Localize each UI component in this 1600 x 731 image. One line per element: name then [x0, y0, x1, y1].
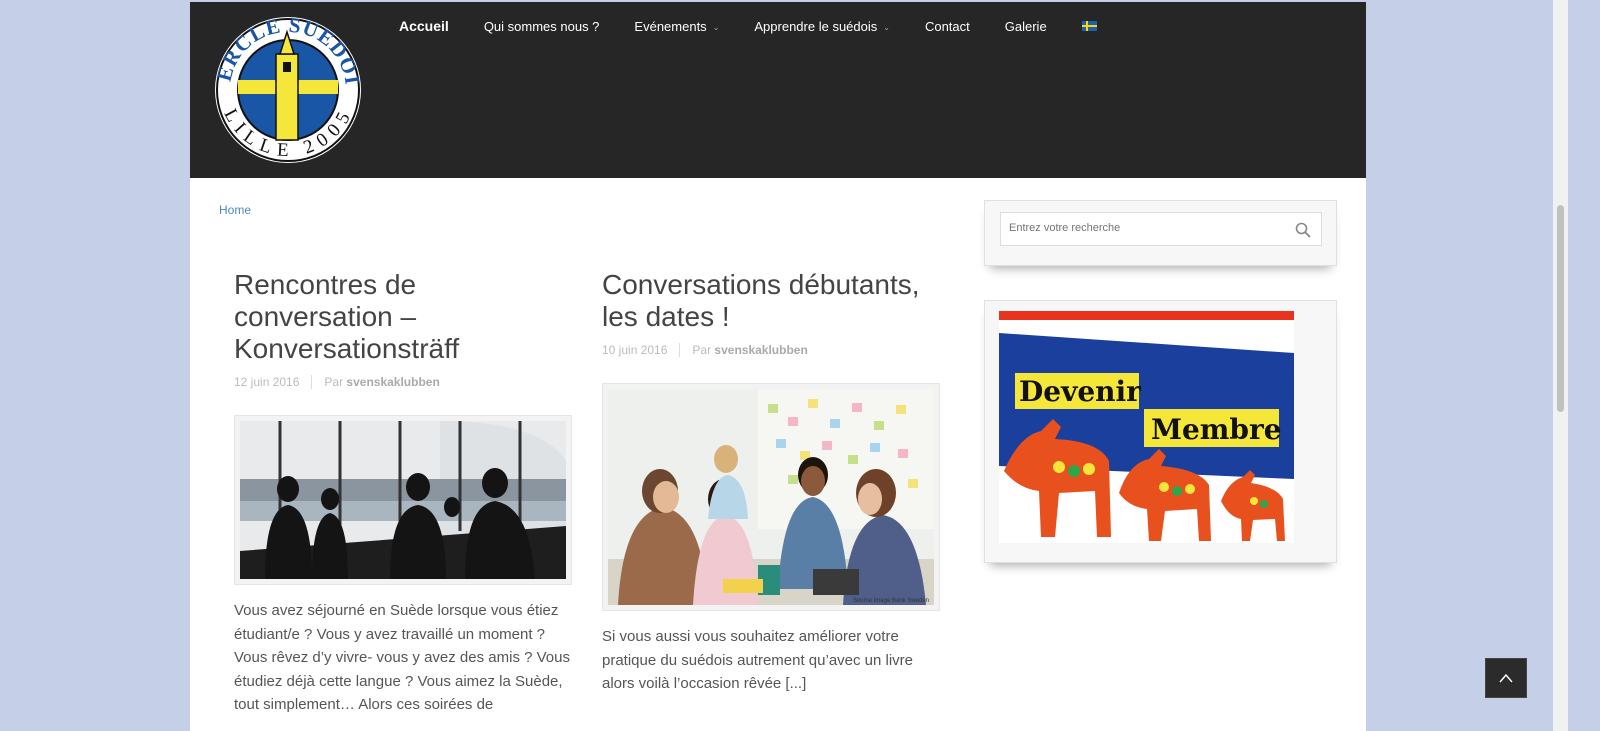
post-date: 10 juin 2016 [602, 343, 681, 357]
post-author[interactable]: svenskaklubben [714, 343, 807, 357]
nav-label: Apprendre le suédois [754, 18, 878, 34]
post-thumbnail[interactable] [234, 415, 572, 585]
nav-item-galerie[interactable]: Galerie [1005, 19, 1047, 34]
chevron-down-icon: ⌄ [712, 22, 720, 32]
search-icon[interactable] [1295, 222, 1311, 238]
nav-item-accueil[interactable]: Accueil [399, 18, 449, 34]
chevron-down-icon: ⌄ [883, 22, 890, 32]
nav-item-apprendre-le-suedois[interactable]: Apprendre le suédois ⌄ [754, 19, 890, 34]
scrollbar-thumb[interactable] [1557, 205, 1564, 412]
search-input[interactable] [1001, 213, 1287, 243]
site-header: CERCLE SUEDOIS LILLE 2005 Accueil Qui so… [190, 2, 1366, 178]
post-meta: 12 juin 2016 Par svenskaklubben [234, 375, 572, 389]
language-switcher[interactable] [1081, 21, 1097, 31]
membership-widget: Devenir Membre [984, 300, 1337, 563]
breadcrumb-home[interactable]: Home [219, 203, 251, 217]
post-author[interactable]: svenskaklubben [346, 375, 439, 389]
scroll-to-top-button[interactable] [1485, 658, 1527, 698]
become-member-banner[interactable]: Devenir Membre [999, 311, 1294, 543]
main-nav: Accueil Qui sommes nous ? Evénements ⌄ A… [399, 18, 1132, 34]
post-card: Rencontres de conversation – Konversatio… [234, 269, 572, 717]
banner-text-membre: Membre [1151, 413, 1282, 446]
post-byline: Par svenskaklubben [680, 343, 807, 357]
meeting-photo [240, 421, 566, 579]
nav-label: Evénements [634, 18, 707, 34]
post-excerpt: Si vous aussi vous souhaitez améliorer v… [602, 628, 914, 692]
post-meta: 10 juin 2016 Par svenskaklubben [602, 343, 940, 357]
swedish-flag-icon [1081, 21, 1097, 31]
post-date: 12 juin 2016 [234, 375, 313, 389]
students-photo [608, 389, 934, 605]
post-title[interactable]: Conversations débutants, les dates ! [602, 269, 940, 333]
nav-label: Qui sommes nous ? [483, 18, 600, 34]
site-logo[interactable]: CERCLE SUEDOIS LILLE 2005 [214, 16, 362, 164]
image-caption: Source Image Bank Sweden [852, 598, 929, 604]
search-form [1000, 212, 1322, 246]
nav-item-contact[interactable]: Contact [925, 19, 970, 34]
byline-prefix: Par [324, 375, 344, 389]
post-excerpt: Vous avez séjourné en Suède lorsque vous… [234, 602, 570, 713]
post-byline: Par svenskaklubben [312, 375, 439, 389]
breadcrumb[interactable]: Home [219, 203, 251, 217]
page-container: CERCLE SUEDOIS LILLE 2005 Accueil Qui so… [190, 2, 1366, 731]
page-scrollbar[interactable] [1553, 0, 1568, 731]
byline-prefix: Par [692, 343, 712, 357]
nav-label: Accueil [399, 18, 449, 34]
post-thumbnail[interactable]: Source Image Bank Sweden [602, 383, 940, 611]
chevron-up-icon [1499, 673, 1513, 683]
banner-text-devenir: Devenir [1019, 375, 1142, 408]
nav-label: Galerie [1004, 18, 1047, 34]
post-card: Conversations débutants, les dates ! 10 … [602, 269, 940, 696]
nav-label: Contact [924, 18, 970, 34]
nav-item-evenements[interactable]: Evénements ⌄ [634, 19, 719, 34]
search-widget [984, 200, 1337, 266]
post-title[interactable]: Rencontres de conversation – Konversatio… [234, 269, 572, 365]
nav-item-qui-sommes-nous[interactable]: Qui sommes nous ? [484, 19, 600, 34]
